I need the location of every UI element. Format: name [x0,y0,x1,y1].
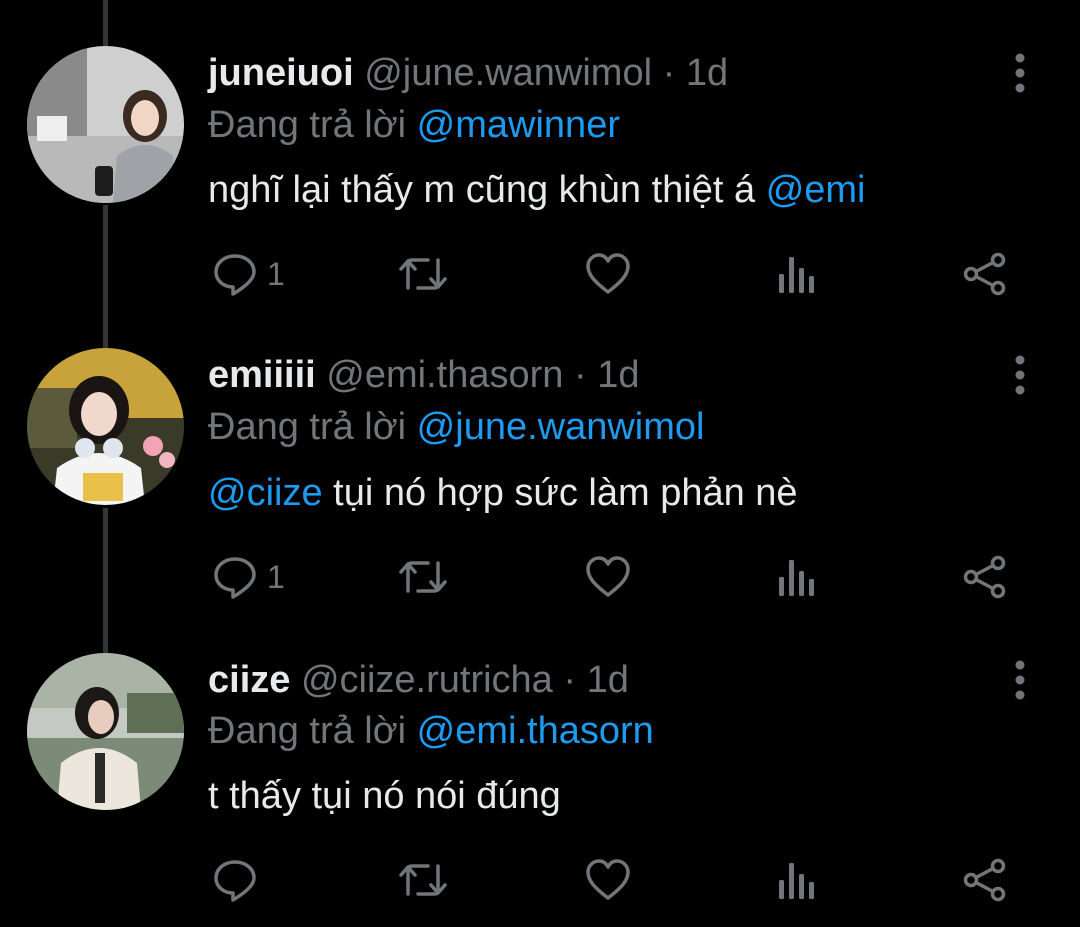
replying-to: Đang trả lời @emi.thasorn [208,708,654,754]
more-vertical-icon [1015,660,1025,700]
avatar[interactable] [27,653,184,810]
replying-label: Đang trả lời [208,710,407,752]
more-options-button[interactable] [1008,660,1032,700]
tweet-header: ciize @ciize.rutricha · 1d [208,657,629,703]
reply-button[interactable] [213,858,267,902]
display-name[interactable]: ciize [208,659,290,701]
views-button[interactable] [777,858,817,902]
retweet-button[interactable] [398,858,448,902]
tweet-text: t thấy tụi nó nói đúng [208,773,561,819]
like-icon [586,859,630,900]
avatar-photo [27,653,184,810]
timestamp[interactable]: 1d [587,659,629,701]
username-handle[interactable]: @ciize.rutricha [301,659,553,701]
share-icon [963,858,1006,902]
replying-to-mention[interactable]: @emi.thasorn [417,710,654,752]
tweet[interactable]: ciize @ciize.rutricha · 1d Đang trả lời … [0,0,1080,927]
views-icon [779,863,814,899]
reply-icon [214,860,256,902]
like-button[interactable] [585,858,631,902]
separator: · [563,659,577,701]
retweet-icon [399,864,447,896]
share-button[interactable] [962,858,1008,902]
tweet-body: t thấy tụi nó nói đúng [208,775,561,817]
